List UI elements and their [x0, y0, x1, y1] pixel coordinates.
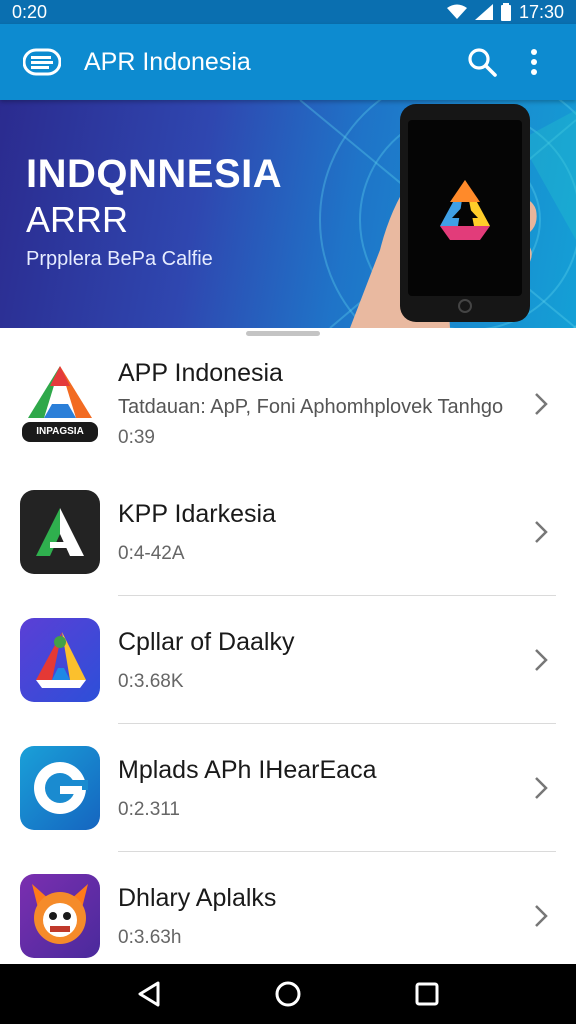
list-item-text: Dhlary Aplalks 0:3.63h [118, 884, 516, 949]
list-item-text: KPP Idarkesia 0:4-42A [118, 500, 516, 565]
banner-subtitle: ARRR [26, 199, 129, 240]
list-item-text: Mplads APh IHearEaca 0:2.311 [118, 756, 516, 821]
app-name: Mplads APh IHearEaca [118, 755, 377, 784]
app-icon-mplads [20, 746, 100, 830]
recents-button[interactable] [405, 972, 449, 1016]
wifi-icon [446, 4, 467, 19]
app-icon-kpp-idarkesia [20, 490, 100, 574]
status-icons: 17:30 [446, 1, 564, 23]
recents-square-icon [415, 982, 439, 1006]
app-name: APP Indonesia [118, 359, 283, 387]
letter-a-logo-icon [36, 508, 84, 556]
banner-title: INDQNNESIA [26, 152, 283, 196]
list-item[interactable]: KPP Idarkesia 0:4-42A [0, 468, 576, 596]
more-options-button[interactable] [512, 40, 556, 84]
back-button[interactable] [127, 972, 171, 1016]
app-meta: 0:39 [118, 427, 155, 448]
back-triangle-icon [138, 981, 160, 1007]
app-bar: APR Indonesia [0, 24, 576, 100]
system-nav-bar [0, 964, 576, 1024]
letter-g-logo-icon [34, 762, 88, 814]
sheet-drag-handle[interactable] [246, 331, 320, 336]
menu-button[interactable] [20, 40, 64, 84]
app-meta: 0:3.63h [118, 926, 182, 948]
app-name: Dhlary Aplalks [118, 883, 277, 912]
home-button[interactable] [266, 972, 310, 1016]
signal-icon [474, 4, 493, 20]
search-icon [468, 48, 497, 77]
app-description: Tatdauan: ApP, Foni Aphomhplovek Tanhgo [118, 396, 504, 418]
search-button[interactable] [460, 40, 504, 84]
app-meta: 0:4-42A [118, 542, 185, 564]
app-meta: 0:3.68K [118, 670, 184, 692]
triangle-logo-icon [36, 632, 86, 688]
chevron-right-icon [534, 646, 554, 674]
app-name: KPP Idarkesia [118, 499, 276, 528]
status-bar: 0:20 17:30 [0, 0, 576, 24]
app-title: APR Indonesia [84, 47, 251, 76]
app-icon-dhlary-aplalks [20, 874, 100, 958]
home-circle-icon [275, 981, 301, 1007]
phone-in-hand-illustration [350, 104, 537, 328]
more-vert-icon [531, 49, 537, 75]
list-item-text: Cpllar of Daalky 0:3.68K [118, 628, 516, 693]
status-time-left: 0:20 [12, 1, 48, 22]
chevron-right-icon [534, 518, 554, 546]
chevron-right-icon [534, 902, 554, 930]
list-item[interactable]: INPAGSIA APP Indonesia Tatdauan: ApP, Fo… [0, 340, 576, 468]
app-name: Cpllar of Daalky [118, 627, 295, 656]
app-icon-label: INPAGSIA [36, 426, 84, 437]
list-item[interactable]: Mplads APh IHearEaca 0:2.311 [0, 724, 576, 852]
chevron-right-icon [534, 390, 554, 418]
monster-face-icon [32, 884, 88, 944]
banner-tagline: Prpplera BePa Calfie [26, 248, 213, 270]
chevron-right-icon [534, 774, 554, 802]
promo-banner[interactable]: INDQNNESIA ARRR Prpplera BePa Calfie [0, 100, 576, 328]
list-item[interactable]: Cpllar of Daalky 0:3.68K [0, 596, 576, 724]
app-icon-cpllar-of-daalky [20, 618, 100, 702]
list-item[interactable]: Dhlary Aplalks 0:3.63h [0, 852, 576, 980]
battery-icon [500, 3, 511, 21]
list-item-text: APP Indonesia Tatdauan: ApP, Foni Aphomh… [118, 359, 516, 449]
status-time-right: 17:30 [518, 1, 564, 22]
app-list: INPAGSIA APP Indonesia Tatdauan: ApP, Fo… [0, 340, 576, 980]
app-icon-app-indonesia: INPAGSIA [20, 362, 100, 446]
app-meta: 0:2.311 [118, 798, 180, 820]
menu-icon [23, 48, 61, 76]
